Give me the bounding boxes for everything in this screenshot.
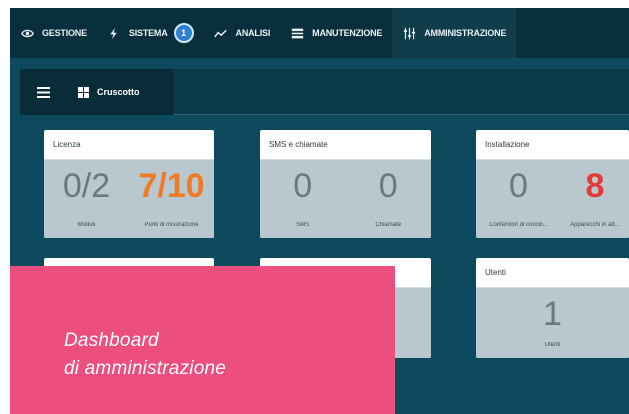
- metric-value: 0: [509, 167, 528, 205]
- metric-value: 0/2: [62, 167, 111, 205]
- trend-icon: [214, 26, 228, 40]
- nav-label: GESTIONE: [42, 28, 87, 38]
- metric-punti-misurazione: 7/10 Punti di misurazione: [129, 160, 214, 238]
- top-navigation: GESTIONE SISTEMA 1 ANALISI MANUTENZIONE: [10, 8, 629, 58]
- metric-value: 7/10: [138, 167, 205, 205]
- card-body: 1 Utenti: [476, 288, 629, 358]
- metric-caption: Chiamate: [375, 222, 402, 228]
- overlay-subtitle: di amministrazione: [64, 358, 226, 379]
- secondary-toolbar: Cruscotto: [20, 69, 629, 115]
- card-title: Utenti: [476, 258, 629, 288]
- card-installazione[interactable]: Installazione 0 Contenitori di concili..…: [476, 130, 629, 238]
- metric-sms: 0 SMS: [260, 160, 346, 238]
- tab-cruscotto[interactable]: Cruscotto: [66, 69, 174, 115]
- grid-icon: [78, 86, 89, 98]
- metric-chiamate: 0 Chiamate: [346, 160, 432, 238]
- nav-item-analisi[interactable]: ANALISI: [204, 8, 281, 58]
- card-title: Licenza: [44, 130, 214, 160]
- metric-caption: Moduli: [77, 222, 96, 228]
- metric-caption: Utenti: [544, 342, 561, 348]
- notification-badge: 1: [173, 23, 194, 43]
- metric-caption: Contenitori di concili...: [489, 222, 548, 228]
- hamburger-icon: [36, 86, 50, 98]
- card-body: 0 SMS 0 Chiamate: [260, 160, 431, 238]
- nav-item-amministrazione[interactable]: AMMINISTRAZIONE: [392, 8, 517, 58]
- metric-value: 1: [543, 295, 562, 333]
- metric-caption: Apparecchi in att...: [570, 222, 620, 228]
- card-title: Installazione: [476, 130, 629, 160]
- metric-apparecchi: 8 Apparecchi in att...: [561, 160, 629, 238]
- metric-contenitori: 0 Contenitori di concili...: [476, 160, 561, 238]
- metric-caption: SMS: [296, 222, 310, 228]
- eye-icon: [20, 26, 34, 40]
- nav-label: SISTEMA: [128, 28, 168, 38]
- metric-utenti: 1 Utenti: [476, 288, 629, 358]
- card-licenza[interactable]: Licenza 0/2 Moduli 7/10 Punti di misuraz…: [44, 130, 214, 238]
- nav-label: AMMINISTRAZIONE: [424, 28, 507, 38]
- card-utenti[interactable]: Utenti 1 Utenti: [476, 258, 629, 358]
- card-sms-chiamate[interactable]: SMS e chiamate 0 SMS 0 Chiamate: [260, 130, 431, 238]
- card-body: 0/2 Moduli 7/10 Punti di misurazione: [44, 160, 214, 238]
- metric-value: 0: [378, 167, 398, 205]
- card-body: 0 Contenitori di concili... 8 Apparecchi…: [476, 160, 629, 238]
- tab-label: Cruscotto: [97, 87, 140, 97]
- bolt-icon: [107, 26, 121, 40]
- card-title: SMS e chiamate: [260, 130, 431, 160]
- caption-overlay: Dashboard di amministrazione: [10, 266, 395, 414]
- sliders-icon: [402, 26, 416, 40]
- nav-item-gestione[interactable]: GESTIONE: [10, 8, 97, 58]
- nav-item-sistema[interactable]: SISTEMA 1: [97, 8, 204, 58]
- nav-label: MANUTENZIONE: [312, 28, 383, 38]
- metric-value: 8: [585, 167, 605, 205]
- metric-value: 0: [293, 167, 313, 205]
- list-icon: [290, 26, 304, 40]
- menu-toggle-button[interactable]: [20, 69, 66, 115]
- metric-caption: Punti di misurazione: [144, 222, 199, 228]
- overlay-title: Dashboard: [64, 330, 159, 351]
- metric-moduli: 0/2 Moduli: [44, 160, 129, 238]
- nav-item-manutenzione[interactable]: MANUTENZIONE: [280, 8, 392, 58]
- nav-label: ANALISI: [235, 28, 271, 38]
